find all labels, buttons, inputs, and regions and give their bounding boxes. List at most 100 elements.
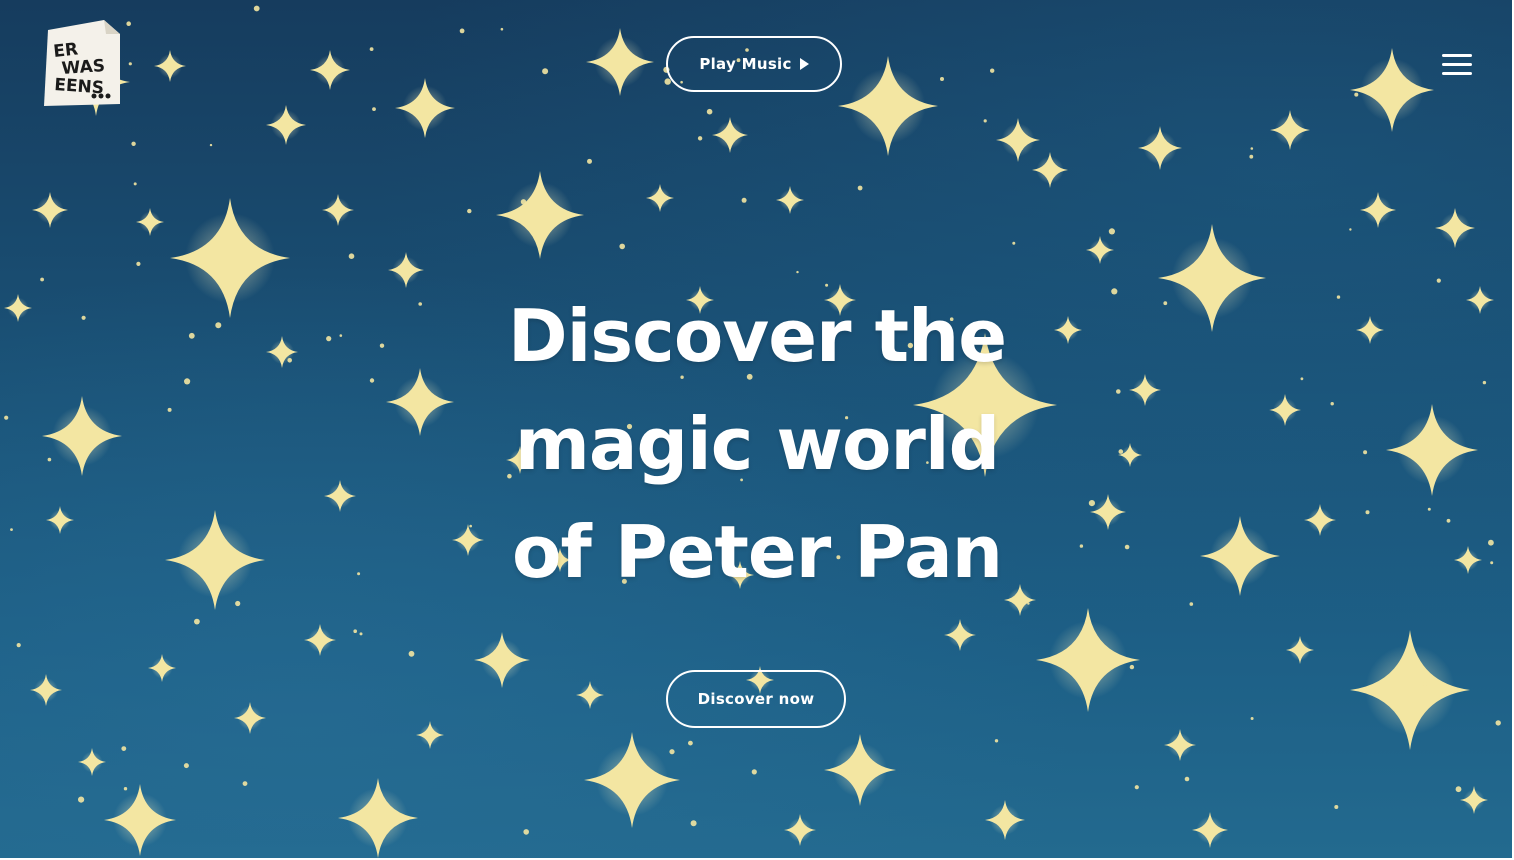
star-dot	[379, 343, 385, 348]
hero-title-line: of Peter Pan	[512, 510, 1003, 594]
star-icon	[32, 192, 68, 228]
hero-title: Discover the magic world of Peter Pan	[457, 282, 1057, 606]
star-dot	[357, 572, 361, 576]
star-dot	[1134, 785, 1139, 790]
star-dot	[1019, 146, 1024, 151]
star-icon	[586, 28, 654, 96]
star-icon	[474, 632, 530, 688]
star-dot	[183, 763, 189, 769]
star-dot	[542, 68, 549, 75]
star-dot	[1365, 510, 1370, 515]
star-icon	[1466, 286, 1494, 314]
svg-text:EENS: EENS	[54, 75, 105, 98]
star-dot	[459, 28, 465, 34]
star-dot	[123, 787, 128, 791]
star-icon	[165, 510, 265, 610]
star-dot	[128, 62, 132, 66]
star-dot	[1349, 228, 1352, 231]
star-dot	[78, 796, 85, 803]
star-dot	[1250, 717, 1254, 720]
star-dot	[121, 746, 127, 751]
star-icon	[170, 198, 290, 318]
star-dot	[167, 407, 172, 412]
hero-title-line: magic world	[514, 402, 1000, 486]
star-icon	[985, 800, 1025, 840]
star-dot	[1488, 539, 1494, 546]
star-dot	[1436, 278, 1441, 283]
star-dot	[881, 114, 887, 120]
star-dot	[697, 136, 703, 141]
star-dot	[133, 182, 137, 186]
star-dot	[194, 618, 200, 625]
star-dot	[994, 739, 999, 743]
star-dot	[81, 315, 86, 320]
star-icon	[266, 336, 298, 368]
discover-now-button[interactable]: Discover now	[666, 670, 846, 728]
star-icon	[266, 105, 306, 145]
star-dot	[669, 749, 675, 755]
star-icon	[1158, 224, 1266, 332]
star-icon	[1164, 729, 1196, 761]
star-dot	[1300, 377, 1304, 381]
star-dot	[40, 277, 44, 282]
star-icon	[1360, 192, 1396, 228]
star-dot	[1184, 776, 1190, 782]
star-icon	[322, 194, 354, 226]
star-dot	[690, 820, 697, 827]
hamburger-menu-icon[interactable]	[1438, 50, 1474, 80]
star-dot	[16, 643, 21, 648]
star-icon	[646, 184, 674, 212]
star-dot	[235, 600, 241, 607]
star-dot	[1129, 664, 1135, 670]
star-dot	[1088, 500, 1095, 507]
star-icon	[712, 117, 748, 153]
star-icon	[388, 252, 424, 288]
star-icon	[46, 506, 74, 534]
star-dot	[500, 27, 504, 31]
star-dot	[1124, 544, 1130, 550]
star-icon	[1350, 630, 1470, 750]
star-dot	[1008, 815, 1015, 821]
star-dot	[1354, 92, 1359, 97]
star-dot	[353, 629, 358, 633]
star-dot	[215, 322, 222, 329]
star-dot	[1118, 449, 1124, 454]
star-dot	[940, 77, 944, 81]
star-dot	[253, 5, 260, 12]
star-icon	[1118, 443, 1142, 467]
star-dot	[619, 243, 625, 250]
star-dot	[369, 47, 374, 51]
star-icon	[824, 734, 896, 806]
star-dot	[1330, 402, 1334, 406]
star-icon	[324, 480, 356, 512]
star-dot	[131, 141, 136, 146]
star-dot	[1363, 450, 1368, 455]
star-dot	[1455, 786, 1462, 793]
er-was-eens-logo[interactable]: ER WAS EENS	[44, 20, 120, 106]
star-dot	[1116, 389, 1121, 394]
star-icon	[1304, 504, 1336, 536]
star-dot	[408, 650, 415, 657]
star-dot	[184, 378, 191, 385]
star-dot	[688, 740, 693, 746]
star-icon	[776, 186, 804, 214]
star-dot	[796, 270, 799, 274]
star-dot	[1443, 439, 1447, 443]
star-dot	[1249, 154, 1254, 159]
star-icon	[784, 814, 816, 846]
star-icon	[4, 294, 32, 322]
star-icon	[104, 784, 176, 856]
discover-now-label: Discover now	[697, 690, 815, 708]
star-dot	[1482, 380, 1487, 385]
star-dot	[418, 302, 423, 306]
star-icon	[154, 50, 186, 82]
star-dot	[523, 829, 529, 835]
star-dot	[14, 307, 19, 313]
star-dot	[136, 261, 141, 266]
star-dot	[1111, 288, 1118, 295]
star-dot	[857, 185, 863, 191]
play-music-button[interactable]: Play Music	[666, 36, 842, 92]
star-dot	[1108, 228, 1115, 235]
star-dot	[860, 776, 863, 780]
star-dot	[990, 68, 995, 73]
